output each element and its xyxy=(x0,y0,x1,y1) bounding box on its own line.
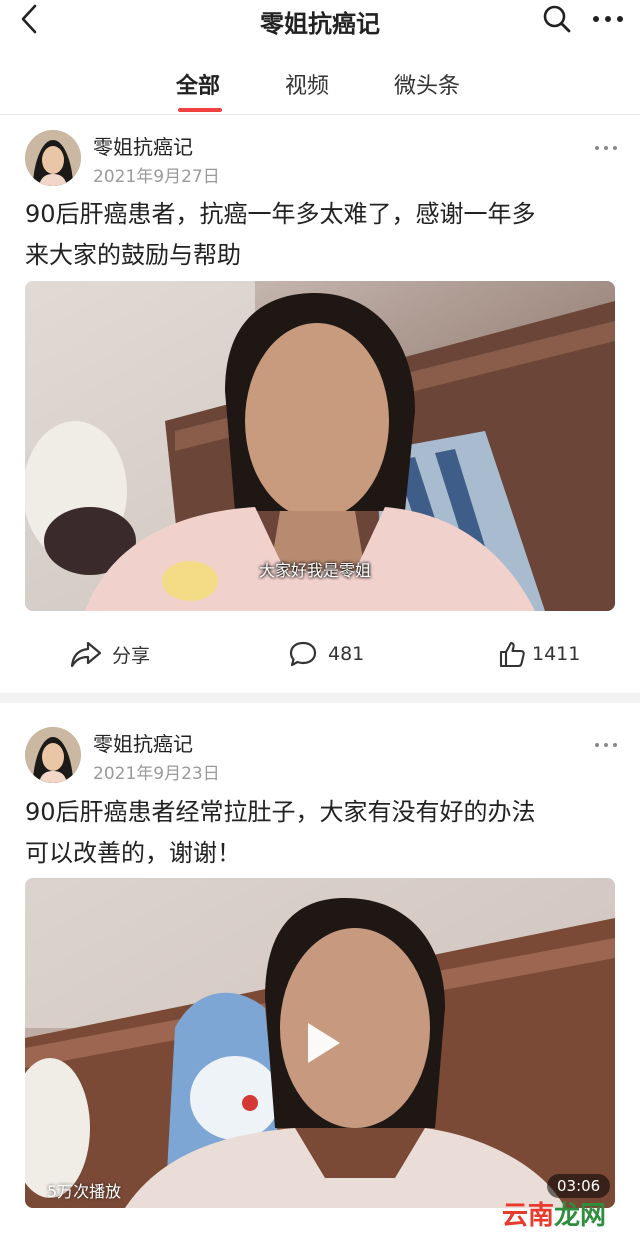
more-horizontal-icon xyxy=(595,743,617,747)
avatar[interactable] xyxy=(25,727,81,783)
post-more-button[interactable] xyxy=(588,735,624,755)
tab-bar: 全部 视频 微头条 xyxy=(0,62,640,114)
post-text-line: 90后肝癌患者，抗癌一年多太难了，感谢一年多 xyxy=(25,200,536,228)
avatar[interactable] xyxy=(25,130,81,186)
author-name[interactable]: 零姐抗癌记 xyxy=(93,728,193,757)
post-text-line: 可以改善的，谢谢！ xyxy=(25,839,241,867)
tab-micro-headlines[interactable]: 微头条 xyxy=(394,68,460,100)
search-icon xyxy=(543,5,571,33)
post-text-line: 90后肝癌患者经常拉肚子，大家有没有好的办法 xyxy=(25,798,536,826)
tab-all[interactable]: 全部 xyxy=(176,68,220,100)
search-button[interactable] xyxy=(540,3,574,35)
comment-button[interactable]: 481 xyxy=(288,640,364,668)
video-thumbnail[interactable]: 5万次播放 03:06 xyxy=(25,878,615,1208)
share-icon xyxy=(70,641,102,668)
like-count: 1411 xyxy=(532,643,581,665)
play-count: 5万次播放 xyxy=(47,1182,122,1201)
more-horizontal-icon xyxy=(595,146,617,150)
video-thumbnail[interactable]: 大家好我是零姐 xyxy=(25,281,615,611)
share-label: 分享 xyxy=(112,644,151,667)
tabs-divider xyxy=(0,114,640,115)
post-more-button[interactable] xyxy=(588,138,624,158)
watermark-part: 云南 xyxy=(502,1201,555,1231)
share-button[interactable]: 分享 xyxy=(70,640,150,668)
post-date: 2021年9月23日 xyxy=(93,764,220,784)
post-text[interactable]: 90后肝癌患者经常拉肚子，大家有没有好的办法 可以改善的，谢谢！ xyxy=(25,792,615,874)
more-horizontal-icon xyxy=(593,16,623,22)
author-name[interactable]: 零姐抗癌记 xyxy=(93,131,193,160)
more-button[interactable] xyxy=(588,3,628,35)
like-button[interactable]: 1411 xyxy=(498,640,580,668)
post-date: 2021年9月27日 xyxy=(93,167,220,187)
video-subtitle: 大家好我是零姐 xyxy=(259,561,372,580)
post-text-line: 来大家的鼓励与帮助 xyxy=(25,241,241,269)
watermark-part: 龙网 xyxy=(554,1201,607,1231)
comment-count: 481 xyxy=(328,643,365,665)
post-separator xyxy=(0,693,640,703)
tab-video[interactable]: 视频 xyxy=(285,68,329,100)
post-text[interactable]: 90后肝癌患者，抗癌一年多太难了，感谢一年多 来大家的鼓励与帮助 xyxy=(25,194,615,276)
comment-icon xyxy=(289,641,317,667)
thumbs-up-icon xyxy=(499,641,525,668)
watermark: 云南龙网 xyxy=(502,1195,606,1232)
play-icon[interactable] xyxy=(290,1013,350,1073)
active-tab-indicator xyxy=(178,108,222,112)
top-bar: 零姐抗癌记 xyxy=(0,0,640,40)
